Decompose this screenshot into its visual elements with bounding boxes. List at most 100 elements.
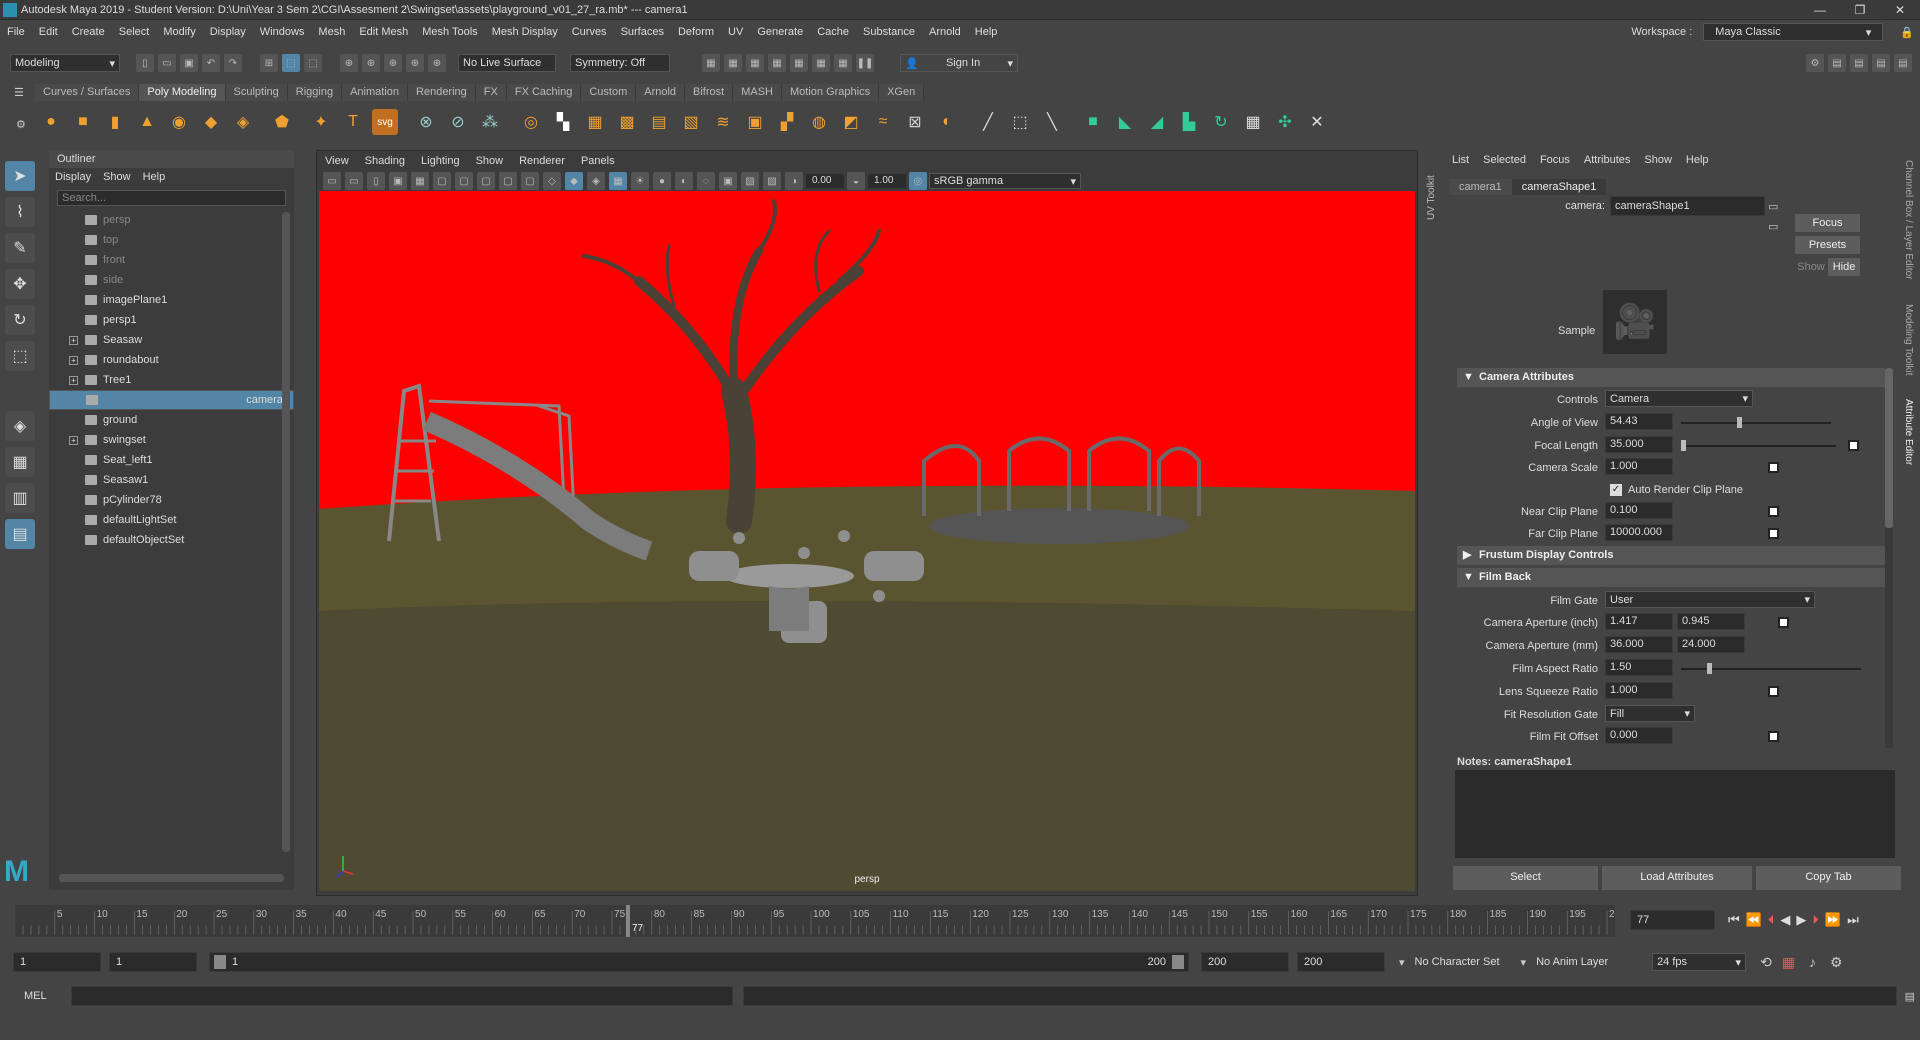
uv-editor-icon[interactable]: ■ xyxy=(1080,109,1106,135)
focus-button[interactable]: Focus xyxy=(1795,214,1860,232)
go-to-end-icon[interactable]: ⏭ xyxy=(1847,912,1859,928)
symmetry-select[interactable]: Symmetry: Off xyxy=(570,54,670,72)
wireframe-on-shaded-icon[interactable]: ◈ xyxy=(587,172,605,190)
snap-view-icon[interactable]: ⊕ xyxy=(406,54,424,72)
combine-icon[interactable]: ⊗ xyxy=(413,109,439,135)
command-input[interactable] xyxy=(70,986,733,1006)
bevel-icon[interactable]: ▩ xyxy=(614,109,640,135)
shadows-icon[interactable]: ● xyxy=(653,172,671,190)
camera-node-field[interactable]: cameraShape1 xyxy=(1610,196,1765,216)
select-component-icon[interactable]: ⬚ xyxy=(304,54,322,72)
shelf-tab-xgen[interactable]: XGen xyxy=(879,84,925,101)
single-view-icon[interactable]: ◈ xyxy=(5,411,35,441)
lasso-tool-icon[interactable]: ⌇ xyxy=(5,197,35,227)
shelf-tab-poly-modeling[interactable]: Poly Modeling xyxy=(139,84,226,101)
range-slider[interactable]: 1 200 xyxy=(209,952,1189,972)
close-button[interactable]: ✕ xyxy=(1880,3,1920,17)
step-forward-frame-icon[interactable]: ⏩ xyxy=(1825,912,1841,928)
tools-icon[interactable]: ✕ xyxy=(1304,109,1330,135)
poly-disc-icon[interactable]: ◈ xyxy=(230,109,256,135)
svg-icon[interactable]: svg xyxy=(372,109,398,135)
outliner-item[interactable]: side xyxy=(49,270,294,290)
load-attributes-button[interactable]: Load Attributes xyxy=(1602,866,1752,890)
viewport-menu-panels[interactable]: Panels xyxy=(581,155,615,167)
planar-uv-icon[interactable]: ⬚ xyxy=(1007,109,1033,135)
attribute-scrollbar-thumb[interactable] xyxy=(1885,368,1893,528)
copy-node-icon[interactable]: ▭ xyxy=(1768,220,1778,233)
camera-scale-field[interactable]: 1.000 xyxy=(1605,458,1673,475)
move-tool-icon[interactable]: ✥ xyxy=(5,269,35,299)
hypershade-icon[interactable]: ▦ xyxy=(768,54,786,72)
menu-generate[interactable]: Generate xyxy=(757,26,803,38)
use-lights-icon[interactable]: ☀ xyxy=(631,172,649,190)
viewport-menu-lighting[interactable]: Lighting xyxy=(421,155,460,167)
workspace-select[interactable]: Maya Classic ▾ xyxy=(1703,23,1884,41)
xray-joints-icon[interactable]: ▨ xyxy=(763,172,781,190)
mel-label[interactable]: MEL xyxy=(24,990,47,1002)
paint-select-icon[interactable]: ✎ xyxy=(5,233,35,263)
play-backwards-icon[interactable]: ◀ xyxy=(1780,912,1790,928)
presets-button[interactable]: Presets xyxy=(1795,236,1860,254)
notes-textarea[interactable] xyxy=(1455,770,1895,858)
copy-tab-button[interactable]: Copy Tab xyxy=(1756,866,1901,890)
animation-prefs-icon[interactable]: ⚙ xyxy=(1830,954,1843,971)
menu-windows[interactable]: Windows xyxy=(260,26,305,38)
outliner-item[interactable]: pCylinder78 xyxy=(49,490,294,510)
sign-in-button[interactable]: 👤 Sign In ▾ xyxy=(900,54,1018,72)
menu-arnold[interactable]: Arnold xyxy=(929,26,961,38)
light-editor-icon[interactable]: ▦ xyxy=(834,54,852,72)
scale-tool-icon[interactable]: ⬚ xyxy=(5,341,35,371)
poly-sphere-icon[interactable]: ● xyxy=(38,109,64,135)
uv-shell-icon[interactable]: ✣ xyxy=(1272,109,1298,135)
poly-cylinder-icon[interactable]: ▮ xyxy=(102,109,128,135)
outliner-item[interactable]: Seasaw1 xyxy=(49,470,294,490)
audio-icon[interactable]: ♪ xyxy=(1809,954,1816,970)
outliner-item[interactable]: defaultLightSet xyxy=(49,510,294,530)
map-button-icon[interactable] xyxy=(1768,731,1779,742)
gamma-field[interactable]: 1.00 xyxy=(867,173,907,189)
outliner-menu-help[interactable]: Help xyxy=(143,171,166,183)
select-hierarchy-icon[interactable]: ⊞ xyxy=(260,54,278,72)
outliner-item[interactable]: Seat_left1 xyxy=(49,450,294,470)
menu-cache[interactable]: Cache xyxy=(817,26,849,38)
ae-tab-camera1[interactable]: camera1 xyxy=(1449,179,1512,195)
shelf-tab-rigging[interactable]: Rigging xyxy=(287,84,343,101)
animation-start-field[interactable]: 1 xyxy=(13,952,101,972)
two-view-icon[interactable]: ▥ xyxy=(5,483,35,513)
shelf-tab-animation[interactable]: Animation xyxy=(342,84,409,101)
shelf-tab-sculpting[interactable]: Sculpting xyxy=(225,84,288,101)
play-forwards-icon[interactable]: ▶ xyxy=(1796,912,1806,928)
map-button-icon[interactable] xyxy=(1778,617,1789,628)
expand-icon[interactable]: + xyxy=(69,375,78,385)
bookmark-icon[interactable]: ▯ xyxy=(367,172,385,190)
angle-of-view-slider-handle[interactable] xyxy=(1737,417,1742,428)
show-button[interactable]: Show xyxy=(1795,258,1827,276)
separate-icon[interactable]: ⊘ xyxy=(445,109,471,135)
shelf-tab-mash[interactable]: MASH xyxy=(733,84,782,101)
chevron-down-icon[interactable]: ▾ xyxy=(1521,956,1527,969)
grid-icon[interactable]: ▦ xyxy=(411,172,429,190)
step-forward-key-icon[interactable]: ⏵ xyxy=(1812,912,1819,928)
cut-uv-icon[interactable]: ◣ xyxy=(1112,109,1138,135)
focal-length-field[interactable]: 35.000 xyxy=(1605,436,1673,453)
angle-of-view-field[interactable]: 54.43 xyxy=(1605,413,1673,430)
viewport-menu-shading[interactable]: Shading xyxy=(365,155,405,167)
outliner-search-input[interactable]: Search... xyxy=(57,190,286,206)
menu-surfaces[interactable]: Surfaces xyxy=(621,26,664,38)
anim-layer-select[interactable]: No Anim Layer xyxy=(1532,953,1633,971)
unfold-uv-icon[interactable]: ▙ xyxy=(1176,109,1202,135)
playback-start-field[interactable]: 1 xyxy=(109,952,197,972)
select-button[interactable]: Select xyxy=(1453,866,1598,890)
layout-icon[interactable]: ▤ xyxy=(1894,54,1912,72)
angle-of-view-slider[interactable] xyxy=(1681,422,1831,424)
shelf-tab-motion-graphics[interactable]: Motion Graphics xyxy=(782,84,880,101)
menu-create[interactable]: Create xyxy=(72,26,105,38)
camera-attributes-header[interactable]: ▼ Camera Attributes xyxy=(1457,368,1885,387)
attribute-editor-icon[interactable]: ▤ xyxy=(1850,54,1868,72)
menu-mesh-tools[interactable]: Mesh Tools xyxy=(422,26,477,38)
menu-uv[interactable]: UV xyxy=(728,26,743,38)
select-object-icon[interactable]: ⬚ xyxy=(282,54,300,72)
camera-select-icon[interactable]: ▭ xyxy=(323,172,341,190)
outliner-item[interactable]: ground xyxy=(49,410,294,430)
outliner-item[interactable]: + roundabout xyxy=(49,350,294,370)
